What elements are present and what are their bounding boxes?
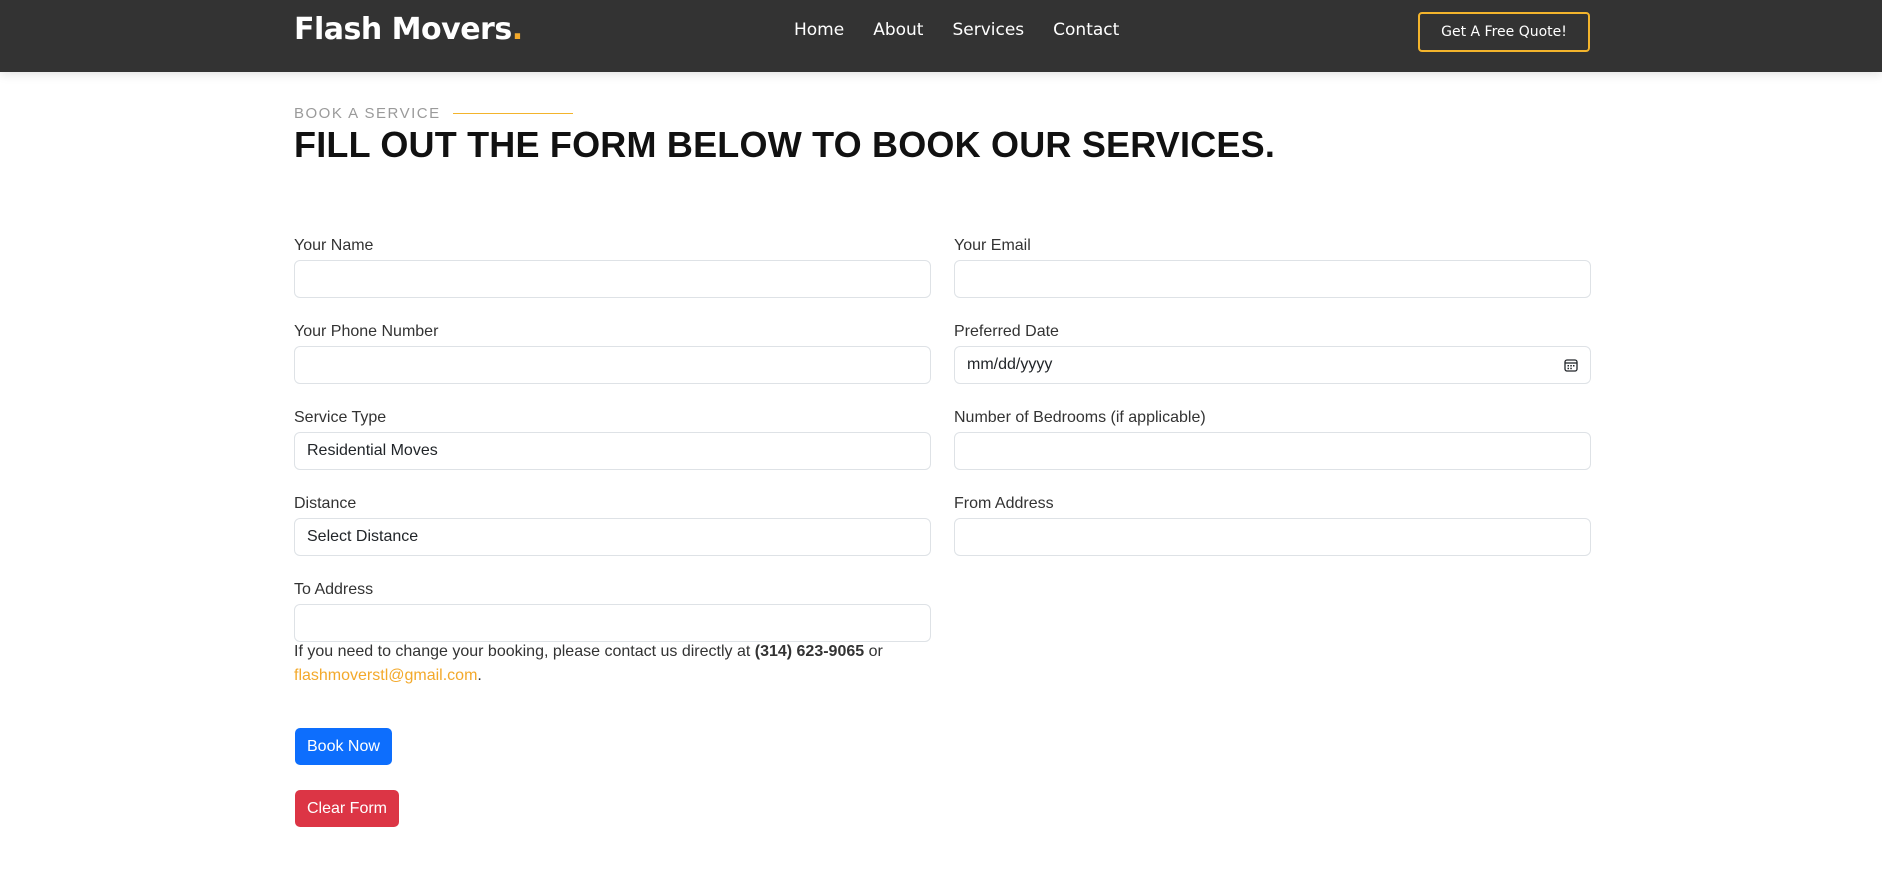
date-field-group: Preferred Date mm/dd/yyyy: [954, 322, 1591, 384]
from-address-field-group: From Address: [954, 494, 1591, 556]
brand-logo[interactable]: Flash Movers.: [294, 12, 523, 47]
name-label: Your Name: [294, 237, 374, 254]
bedrooms-label: Number of Bedrooms (if applicable): [954, 409, 1206, 426]
email-field-group: Your Email: [954, 236, 1591, 298]
calendar-icon[interactable]: [1564, 358, 1578, 372]
note-prefix: If you need to change your booking, plea…: [294, 643, 755, 660]
phone-field-group: Your Phone Number: [294, 322, 931, 384]
nav-links: Home About Services Contact: [794, 20, 1119, 40]
book-now-button[interactable]: Book Now: [295, 728, 392, 765]
phone-label: Your Phone Number: [294, 323, 439, 340]
email-input[interactable]: [954, 260, 1591, 298]
name-input[interactable]: [294, 260, 931, 298]
nav-link-contact[interactable]: Contact: [1053, 20, 1119, 40]
to-address-input[interactable]: [294, 604, 931, 642]
distance-value: Select Distance: [307, 528, 419, 545]
date-input[interactable]: mm/dd/yyyy: [954, 346, 1591, 384]
brand-dot: .: [511, 12, 523, 47]
phone-input[interactable]: [294, 346, 931, 384]
bedrooms-field-group: Number of Bedrooms (if applicable): [954, 408, 1591, 470]
distance-label: Distance: [294, 495, 357, 512]
bedrooms-input[interactable]: [954, 432, 1591, 470]
free-quote-button[interactable]: Get A Free Quote!: [1418, 12, 1590, 52]
name-field-group: Your Name: [294, 236, 931, 298]
eyebrow-divider: [452, 113, 573, 114]
nav-link-about[interactable]: About: [873, 20, 923, 40]
contact-phone: (314) 623-9065: [754, 643, 865, 660]
brand-name: Flash Movers: [294, 12, 512, 47]
service-field-group: Service Type Residential Moves: [294, 408, 931, 470]
page-title: FILL OUT THE FORM BELOW TO BOOK OUR SERV…: [294, 124, 1276, 165]
section-eyebrow: BOOK A SERVICE: [294, 105, 573, 122]
service-label: Service Type: [294, 409, 387, 426]
eyebrow-text: BOOK A SERVICE: [294, 105, 441, 122]
booking-note: If you need to change your booking, plea…: [294, 640, 934, 688]
date-label: Preferred Date: [954, 323, 1059, 340]
navbar: Flash Movers. Home About Services Contac…: [0, 0, 1882, 72]
distance-field-group: Distance Select Distance: [294, 494, 931, 556]
to-address-label: To Address: [294, 581, 374, 598]
contact-email-link[interactable]: flashmoverstl@gmail.com: [294, 667, 477, 684]
clear-form-button[interactable]: Clear Form: [295, 790, 400, 827]
date-placeholder: mm/dd/yyyy: [967, 356, 1053, 373]
nav-link-services[interactable]: Services: [952, 20, 1024, 40]
note-suffix: .: [477, 667, 482, 684]
service-type-select[interactable]: Residential Moves: [294, 432, 931, 470]
from-address-input[interactable]: [954, 518, 1591, 556]
service-type-value: Residential Moves: [307, 442, 438, 459]
to-address-field-group: To Address: [294, 580, 931, 642]
from-address-label: From Address: [954, 495, 1054, 512]
nav-link-home[interactable]: Home: [794, 20, 844, 40]
email-label: Your Email: [954, 237, 1031, 254]
note-middle: or: [864, 643, 883, 660]
distance-select[interactable]: Select Distance: [294, 518, 931, 556]
